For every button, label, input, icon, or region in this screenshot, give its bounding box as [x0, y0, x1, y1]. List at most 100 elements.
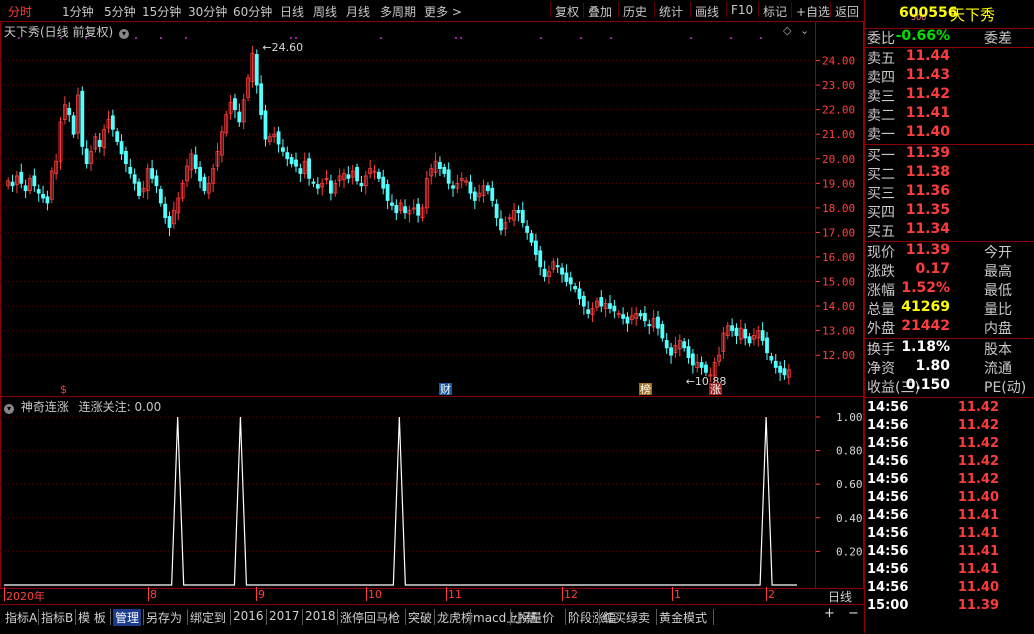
tab-separator	[75, 609, 76, 625]
toolbar-separator	[654, 2, 655, 18]
candle-body	[128, 166, 133, 174]
toolbar-right-5[interactable]: F10	[731, 3, 753, 17]
toolbar-right-4[interactable]: 画线	[695, 3, 719, 20]
tab-separator	[470, 609, 471, 625]
toolbar-10[interactable]: 更多 >	[424, 3, 462, 20]
indicator-tab-8[interactable]: 2018	[305, 609, 336, 623]
candle-body	[23, 185, 28, 192]
toolbar-right-1[interactable]: 叠加	[588, 3, 612, 20]
event-marker-2: 榜	[640, 382, 651, 396]
indicator-tabs: 指标A 指标B 模 板管理 另存为 绑定到 2016 2017 2018 涨停回马枪 突破 龙虎榜 m…	[0, 604, 864, 634]
tick-time: 14:56	[867, 508, 909, 523]
stat-row-0-right-label: 今开	[984, 245, 1012, 261]
stat-row-3-right-label: 量比	[984, 302, 1012, 318]
buy-level-3-label: 买三	[867, 186, 895, 202]
candle-body	[110, 115, 115, 130]
indicator-tab-1[interactable]: 指标B	[41, 609, 73, 626]
toolbar-right-6[interactable]: 标记	[763, 3, 787, 20]
tab-separator	[713, 609, 714, 625]
toolbar-4[interactable]: 30分钟	[188, 3, 227, 20]
toolbar-0[interactable]: 分时	[8, 3, 32, 20]
tick-time: 14:56	[867, 400, 909, 415]
tick-row[interactable]: 14:56 11.42	[865, 472, 1034, 490]
toolbar-right-8[interactable]: 返回	[835, 3, 859, 20]
candle-body	[704, 364, 708, 373]
indicator-tab-4[interactable]: 另存为	[146, 609, 182, 626]
toolbar-9[interactable]: 多周期	[380, 3, 416, 20]
sell-level-3-label: 卖三	[867, 89, 895, 105]
indicator-tab-13[interactable]: 小草	[513, 609, 537, 626]
toolbar-right-3[interactable]: 统计	[659, 3, 683, 20]
indicator-tab-11[interactable]: 龙虎榜	[437, 609, 473, 626]
candle-body	[294, 159, 298, 167]
tick-row[interactable]: 15:00 11.39	[865, 598, 1034, 616]
signal-dot	[760, 37, 762, 39]
tick-row[interactable]: 14:56 11.41	[865, 562, 1034, 580]
toolbar-5[interactable]: 60分钟	[233, 3, 272, 20]
tick-price: 11.41	[957, 562, 999, 577]
candlestick-chart[interactable]: ←24.60←10.88$ 财榜涨	[0, 22, 815, 396]
indicator-tab-15[interactable]: 红买绿卖	[602, 609, 650, 626]
toolbar-separator	[830, 2, 831, 18]
candle-body	[32, 175, 37, 187]
toolbar-6[interactable]: 日线	[280, 3, 304, 20]
candle-body	[747, 336, 752, 344]
zoom-in-button[interactable]: +	[824, 606, 835, 621]
indicator-tab-6[interactable]: 2016	[233, 609, 264, 623]
date-tick	[256, 587, 257, 601]
toolbar-3[interactable]: 15分钟	[142, 3, 181, 20]
tick-row[interactable]: 14:56 11.42	[865, 418, 1034, 436]
tick-row[interactable]: 14:56 11.41	[865, 544, 1034, 562]
sell-level-5-label: 卖五	[867, 51, 895, 67]
indicator-tab-16[interactable]: 黄金模式	[659, 609, 707, 626]
toolbar-separator	[618, 2, 619, 18]
buy-level-2-label: 买二	[867, 167, 895, 183]
date-axis: 2020年 8 9 10 11 12 1 2	[0, 587, 815, 603]
toolbar-right-2[interactable]: 历史	[623, 3, 647, 20]
stat2-row-0-label: 换手	[867, 342, 895, 358]
tab-separator	[337, 609, 338, 625]
stat-row-2: 涨幅 1.52% 最低	[865, 280, 1034, 299]
tick-time: 14:56	[867, 418, 909, 433]
indicator-tab-5[interactable]: 绑定到	[190, 609, 226, 626]
toolbar-1[interactable]: 1分钟	[62, 3, 94, 20]
toolbar-7[interactable]: 周线	[313, 3, 337, 20]
tick-time: 14:56	[867, 580, 909, 595]
stat-row-0-value: 11.39	[905, 242, 950, 258]
candle-body	[376, 171, 381, 179]
sell-level-2-label: 卖二	[867, 108, 895, 124]
tick-price: 11.40	[957, 490, 999, 505]
candle-body	[560, 267, 564, 275]
tick-row[interactable]: 14:56 11.42	[865, 400, 1034, 418]
toolbar-8[interactable]: 月线	[346, 3, 370, 20]
candle-body	[329, 180, 333, 194]
candle-body	[656, 316, 660, 329]
indicator-tab-0[interactable]: 指标A	[5, 609, 37, 626]
candle-body	[699, 362, 704, 368]
tick-row[interactable]: 14:56 11.41	[865, 508, 1034, 526]
price-tick-12: 12.00	[822, 349, 855, 362]
tick-row[interactable]: 14:56 11.42	[865, 436, 1034, 454]
tick-row[interactable]: 14:56 11.42	[865, 454, 1034, 472]
tick-row[interactable]: 14:56 11.41	[865, 526, 1034, 544]
candle-body	[760, 330, 765, 341]
indicator-tick-0: 1.00	[836, 411, 863, 424]
candle-body	[193, 154, 198, 169]
indicator-tab-7[interactable]: 2017	[269, 609, 300, 623]
indicator-tab-3[interactable]: 管理	[113, 609, 142, 626]
indicator-tab-10[interactable]: 突破	[408, 609, 432, 626]
indicator-tab-2[interactable]: 模 板	[78, 609, 106, 626]
sell-level-5-value: 11.44	[905, 48, 950, 64]
toolbar-2[interactable]: 5分钟	[104, 3, 136, 20]
signal-dot	[460, 37, 462, 39]
buy-level-1: 买一 11.39	[865, 145, 1034, 164]
toolbar-right-7[interactable]: +自选	[796, 3, 830, 20]
indicator-tab-9[interactable]: 涨停回马枪	[340, 609, 400, 626]
stat-row-3-label: 总量	[867, 302, 895, 318]
zoom-out-button[interactable]: −	[848, 606, 859, 621]
period-label[interactable]: 日线	[816, 588, 864, 604]
indicator-tick-4: 0.20	[836, 545, 863, 558]
toolbar-right-0[interactable]: 复权	[555, 3, 579, 20]
tick-row[interactable]: 14:56 11.40	[865, 490, 1034, 508]
tick-row[interactable]: 14:56 11.40	[865, 580, 1034, 598]
